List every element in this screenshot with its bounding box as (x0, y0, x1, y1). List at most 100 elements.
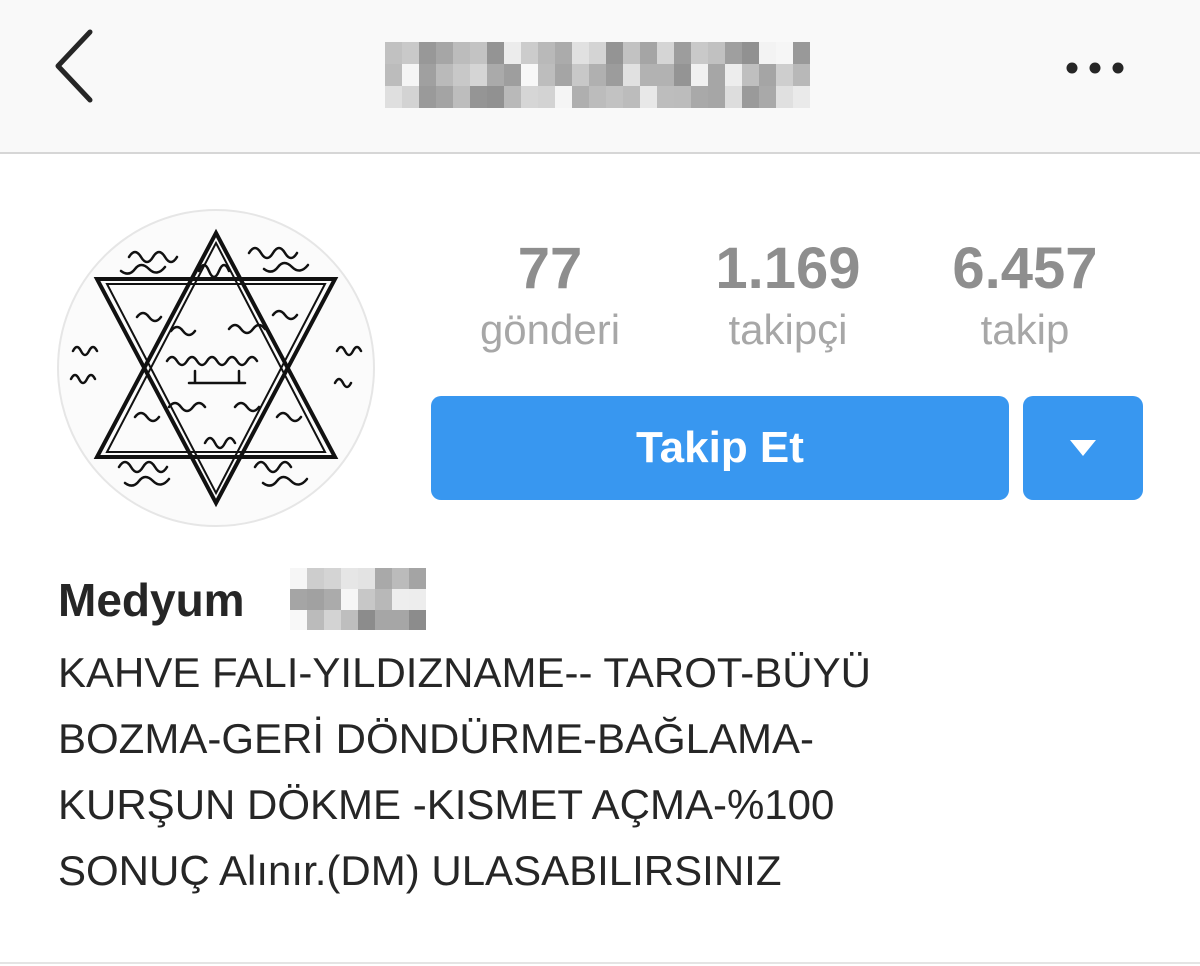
redaction-pixel (290, 610, 307, 630)
redaction-pixel (385, 86, 402, 108)
redaction-pixel (742, 86, 759, 108)
redaction-pixel (623, 42, 640, 64)
redaction-pixel (657, 86, 674, 108)
redaction-pixel (341, 589, 358, 610)
username-redacted (385, 42, 810, 108)
following-label: takip (980, 306, 1070, 353)
redaction-pixel (409, 589, 426, 610)
redaction-pixel (623, 86, 640, 108)
redaction-pixel (504, 42, 521, 64)
redaction-pixel (419, 86, 436, 108)
redaction-pixel (572, 64, 589, 86)
followers-count: 1.169 (715, 236, 861, 301)
redaction-pixel (776, 86, 793, 108)
redaction-pixel (691, 64, 708, 86)
redaction-pixel (392, 568, 409, 589)
redaction-pixel (402, 86, 419, 108)
profile-avatar[interactable] (57, 209, 375, 527)
redaction-pixel (470, 64, 487, 86)
redaction-pixel (572, 42, 589, 64)
redaction-pixel (776, 64, 793, 86)
bio-line: BOZMA-GERİ DÖNDÜRME-BAĞLAMA- (58, 715, 815, 762)
redaction-pixel (324, 589, 341, 610)
redaction-pixel (759, 86, 776, 108)
redaction-pixel (691, 42, 708, 64)
redaction-pixel (436, 86, 453, 108)
followers-stat[interactable]: 1.169 takipçi (678, 236, 898, 356)
redaction-pixel (470, 86, 487, 108)
redaction-pixel (555, 42, 572, 64)
redaction-pixel (402, 42, 419, 64)
redaction-pixel (453, 86, 470, 108)
redaction-pixel (290, 589, 307, 610)
redaction-pixel (793, 86, 810, 108)
followers-label: takipçi (728, 306, 848, 353)
chevron-left-icon (55, 29, 93, 103)
redaction-pixel (742, 64, 759, 86)
redaction-pixel (358, 610, 375, 630)
bio-line: KURŞUN DÖKME -KISMET AÇMA-%100 (58, 781, 835, 828)
redaction-pixel (307, 589, 324, 610)
redaction-pixel (793, 42, 810, 64)
redaction-pixel (708, 86, 725, 108)
redaction-pixel (742, 42, 759, 64)
redaction-pixel (691, 86, 708, 108)
redaction-pixel (657, 42, 674, 64)
redaction-pixel (341, 568, 358, 589)
ellipsis-horizontal-icon (1066, 62, 1124, 74)
redaction-pixel (776, 42, 793, 64)
redaction-pixel (555, 64, 572, 86)
redaction-pixel (504, 86, 521, 108)
more-options-button[interactable] (1058, 48, 1134, 88)
following-count: 6.457 (952, 236, 1098, 301)
redaction-pixel (657, 64, 674, 86)
bio-line: SONUÇ Alınır.(DM) ULASABILIRSINIZ (58, 847, 782, 894)
redaction-pixel (358, 568, 375, 589)
redaction-pixel (725, 42, 742, 64)
redaction-pixel (674, 64, 691, 86)
redaction-pixel (375, 610, 392, 630)
posts-count: 77 (517, 236, 583, 301)
back-button[interactable] (44, 22, 114, 112)
redaction-pixel (640, 64, 657, 86)
redaction-pixel (521, 64, 538, 86)
display-name-redacted (290, 568, 428, 630)
redaction-pixel (538, 64, 555, 86)
redaction-pixel (538, 86, 555, 108)
redaction-pixel (708, 42, 725, 64)
redaction-pixel (470, 42, 487, 64)
navigation-bar (0, 0, 1200, 154)
posts-stat[interactable]: 77 gönderi (440, 236, 660, 356)
redaction-pixel (436, 42, 453, 64)
redaction-pixel (793, 64, 810, 86)
redaction-pixel (385, 64, 402, 86)
redaction-pixel (538, 42, 555, 64)
redaction-pixel (674, 42, 691, 64)
follow-button[interactable]: Takip Et (431, 396, 1009, 500)
redaction-pixel (487, 42, 504, 64)
divider (0, 962, 1200, 964)
redaction-pixel (375, 589, 392, 610)
redaction-pixel (725, 86, 742, 108)
redaction-pixel (453, 64, 470, 86)
redaction-pixel (640, 42, 657, 64)
redaction-pixel (419, 64, 436, 86)
caret-down-icon (1070, 440, 1096, 456)
redaction-pixel (307, 568, 324, 589)
redaction-pixel (504, 64, 521, 86)
bio: KAHVE FALI-YILDIZNAME-- TAROT-BÜYÜ BOZMA… (58, 640, 1168, 904)
redaction-pixel (708, 64, 725, 86)
redaction-pixel (392, 589, 409, 610)
bio-line: KAHVE FALI-YILDIZNAME-- TAROT-BÜYÜ (58, 649, 871, 696)
redaction-pixel (436, 64, 453, 86)
redaction-pixel (409, 568, 426, 589)
hexagram-seal-avatar (66, 218, 366, 518)
redaction-pixel (572, 86, 589, 108)
redaction-pixel (606, 42, 623, 64)
following-stat[interactable]: 6.457 takip (915, 236, 1135, 356)
redaction-pixel (521, 86, 538, 108)
redaction-pixel (375, 568, 392, 589)
redaction-pixel (324, 568, 341, 589)
redaction-pixel (453, 42, 470, 64)
suggestions-dropdown-button[interactable] (1023, 396, 1143, 500)
